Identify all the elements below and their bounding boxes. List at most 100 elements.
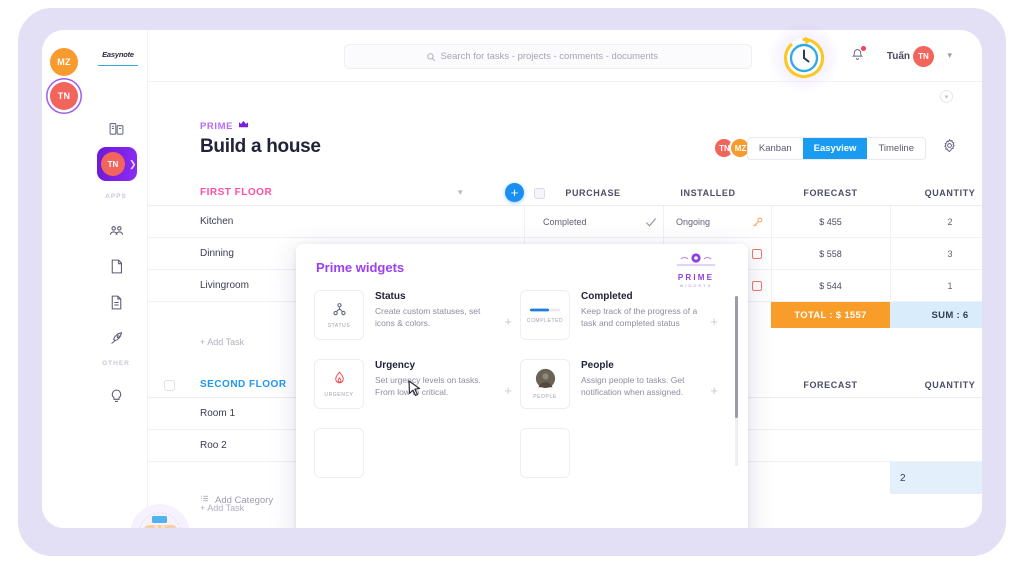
account-avatar-tn[interactable]: TN bbox=[50, 82, 78, 110]
sidebar-item-rocket[interactable] bbox=[100, 322, 132, 354]
cell-quantity[interactable]: 1 bbox=[890, 270, 982, 302]
brand-logo[interactable]: Easynote bbox=[98, 50, 138, 66]
tab-kanban[interactable]: Kanban bbox=[748, 138, 803, 159]
widget-card-completed[interactable]: COMPLETED Completed Keep track of the pr… bbox=[520, 290, 720, 350]
cell-quantity[interactable]: 3 bbox=[890, 238, 982, 270]
cell-forecast[interactable]: $ 544 bbox=[771, 270, 890, 302]
tab-timeline[interactable]: Timeline bbox=[867, 138, 925, 159]
group-select-checkbox[interactable] bbox=[164, 380, 175, 391]
chevron-right-icon: ❯ bbox=[129, 158, 137, 169]
sidebar-item-current-project[interactable]: TN ❯ bbox=[97, 147, 137, 181]
add-category-button[interactable]: Add Category bbox=[200, 494, 273, 506]
crown-icon bbox=[238, 120, 249, 132]
task-name[interactable]: Livingroom bbox=[200, 280, 249, 291]
sidebar-item-ideas[interactable] bbox=[100, 380, 132, 412]
widget-thumb-label: STATUS bbox=[327, 323, 351, 329]
add-widget-completed-button[interactable]: + bbox=[710, 314, 718, 329]
select-all-checkbox[interactable] bbox=[534, 188, 545, 199]
sidebar-section-other: OTHER bbox=[102, 360, 130, 367]
cell-quantity-highlighted[interactable]: 2 bbox=[890, 462, 982, 494]
search-input[interactable] bbox=[440, 51, 671, 62]
status-nodes-icon: STATUS bbox=[314, 290, 364, 340]
group-title-second-floor[interactable]: SECOND FLOOR bbox=[200, 379, 287, 390]
column-header-quantity[interactable]: QUANTITY bbox=[891, 180, 982, 206]
popup-title: Prime widgets bbox=[316, 260, 405, 275]
add-widget-people-button[interactable]: + bbox=[710, 383, 718, 398]
mouse-cursor bbox=[408, 380, 421, 403]
widget-thumb-label: PEOPLE bbox=[533, 394, 557, 400]
column-header-forecast[interactable]: FORECAST bbox=[773, 372, 888, 398]
widget-thumb-partial[interactable] bbox=[314, 428, 364, 478]
group-header-row: FIRST FLOOR ▾ + PURCHASE INSTALLED FOREC… bbox=[148, 180, 982, 206]
add-column-button-first-floor[interactable]: + bbox=[505, 183, 524, 202]
widget-thumb-label: COMPLETED bbox=[526, 317, 564, 324]
column-header-forecast[interactable]: FORECAST bbox=[773, 180, 888, 206]
prime-logo-subtext: WIDGETS bbox=[679, 283, 713, 288]
collapse-header-button[interactable]: ▾ bbox=[940, 90, 953, 103]
top-bar: Tuấn TN ▾ bbox=[148, 30, 982, 82]
list-icon bbox=[200, 494, 209, 506]
progress-bar-icon: COMPLETED bbox=[520, 290, 570, 340]
account-rail: MZ TN bbox=[42, 30, 84, 528]
project-avatar: TN bbox=[101, 152, 125, 176]
widget-title: Status bbox=[375, 291, 406, 302]
widget-thumb-label: URGENCY bbox=[324, 392, 354, 398]
account-avatar-mz[interactable]: MZ bbox=[50, 48, 78, 76]
task-name[interactable]: Roo 2 bbox=[200, 440, 227, 451]
search-box[interactable] bbox=[344, 44, 752, 69]
widget-title: Completed bbox=[581, 291, 633, 302]
sidebar-section-apps: APPS bbox=[105, 193, 127, 200]
app-window: MZ TN Easynote TN ❯ APPS OTHER Search fo… bbox=[42, 30, 982, 528]
notification-badge-dot bbox=[861, 46, 866, 51]
widget-card-people[interactable]: PEOPLE People Assign people to tasks. Ge… bbox=[520, 359, 720, 419]
avatar-icon: PEOPLE bbox=[520, 359, 570, 409]
widget-description: Assign people to tasks. Get notification… bbox=[581, 375, 685, 398]
add-widget-urgency-button[interactable]: + bbox=[504, 383, 512, 398]
cell-forecast[interactable]: $ 558 bbox=[771, 238, 890, 270]
sum-quantity-bar: SUM : 6 bbox=[890, 302, 982, 328]
chevron-down-icon[interactable]: ▾ bbox=[947, 50, 952, 61]
column-header-purchase[interactable]: PURCHASE bbox=[548, 180, 638, 206]
widget-description: Set urgency levels on tasks. From low to… bbox=[375, 375, 481, 398]
timer-badge[interactable] bbox=[766, 20, 842, 96]
task-name[interactable]: Room 1 bbox=[200, 408, 235, 419]
cell-quantity[interactable]: 2 bbox=[890, 206, 982, 238]
task-name[interactable]: Dinning bbox=[200, 248, 234, 259]
task-name[interactable]: Kitchen bbox=[200, 216, 233, 227]
prime-logo: PRIME WIDGETS bbox=[662, 252, 730, 288]
prime-logo-text: PRIME bbox=[677, 273, 715, 282]
widget-card-status[interactable]: STATUS Status Create custom statuses, se… bbox=[314, 290, 514, 350]
view-switcher: Kanban Easyview Timeline bbox=[746, 137, 926, 160]
popup-scrollbar-thumb[interactable] bbox=[735, 296, 738, 418]
prime-badge: PRIME bbox=[200, 120, 249, 132]
column-header-quantity[interactable]: QUANTITY bbox=[891, 372, 982, 398]
sidebar-item-teams[interactable] bbox=[100, 214, 132, 246]
sidebar-item-documents[interactable] bbox=[100, 286, 132, 318]
sidebar-item-workspace[interactable] bbox=[100, 112, 132, 144]
widget-description: Create custom statuses, set icons & colo… bbox=[375, 306, 481, 329]
tab-easyview[interactable]: Easyview bbox=[802, 138, 868, 159]
add-category-label: Add Category bbox=[215, 494, 274, 506]
page-header: ▾ PRIME Build a house TN MZ ▾ Kanban Eas… bbox=[148, 82, 982, 180]
column-header-installed[interactable]: INSTALLED bbox=[653, 180, 763, 206]
chevron-down-icon[interactable]: ▾ bbox=[458, 187, 463, 198]
cell-forecast[interactable]: $ 455 bbox=[771, 206, 890, 238]
flame-icon: URGENCY bbox=[314, 359, 364, 409]
widget-description: Keep track of the progress of a task and… bbox=[581, 306, 698, 329]
total-forecast-bar: TOTAL : $ 1557 bbox=[771, 302, 890, 328]
prime-widgets-popup[interactable]: Prime widgets PRIME WIDGETS STATUS Statu… bbox=[296, 244, 748, 528]
sidebar-item-book[interactable] bbox=[100, 250, 132, 282]
widget-title: Urgency bbox=[375, 360, 416, 371]
group-title-first-floor[interactable]: FIRST FLOOR bbox=[200, 187, 272, 198]
table-row[interactable]: Kitchen Completed Ongoing $ 455 2 bbox=[148, 206, 982, 238]
widget-thumb-partial[interactable] bbox=[520, 428, 570, 478]
prime-label: PRIME bbox=[200, 120, 234, 132]
user-name: Tuấn bbox=[886, 51, 910, 62]
user-avatar[interactable]: TN bbox=[913, 46, 934, 67]
widget-title: People bbox=[581, 360, 614, 371]
settings-gear-icon[interactable] bbox=[942, 138, 957, 158]
add-widget-status-button[interactable]: + bbox=[504, 314, 512, 329]
sidebar: Easynote TN ❯ APPS OTHER bbox=[84, 30, 148, 528]
page-title: Build a house bbox=[200, 136, 321, 157]
teamwork-illustration bbox=[124, 498, 196, 528]
